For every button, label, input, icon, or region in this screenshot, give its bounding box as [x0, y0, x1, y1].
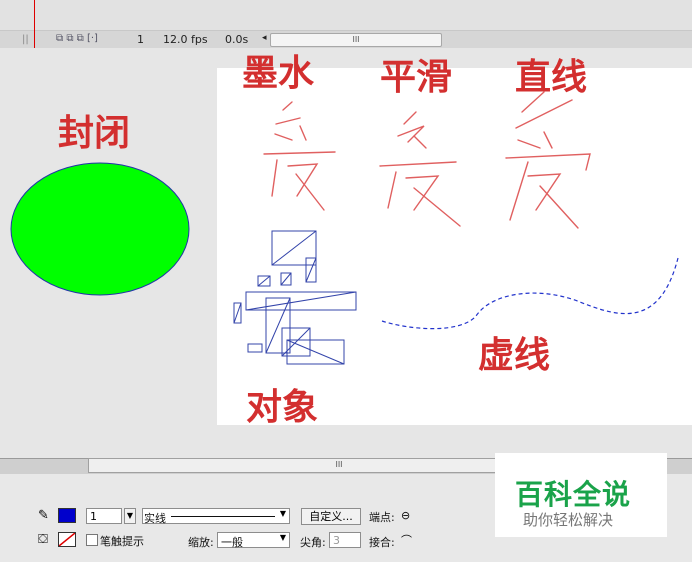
miter-input[interactable]: 3	[329, 532, 361, 548]
timeline-frames-area[interactable]	[0, 0, 692, 30]
custom-stroke-button[interactable]: 自定义...	[301, 508, 361, 525]
dashed-wave-line[interactable]	[381, 257, 679, 330]
label-ink: 墨水	[242, 53, 315, 94]
watermark-logo: 百科全说 助你轻松解决	[495, 453, 667, 537]
scroll-grip: III	[352, 35, 360, 44]
paint-bucket-icon[interactable]: ⛋	[38, 532, 48, 547]
watermark-title: 百科全说	[515, 478, 632, 511]
stroke-width-input[interactable]: 1	[86, 508, 122, 524]
playhead[interactable]	[34, 0, 35, 48]
stroke-hint-checkbox[interactable]	[86, 534, 98, 546]
scale-label: 缩放:	[188, 536, 214, 549]
cap-label: 端点:	[369, 511, 395, 524]
scale-value: 一般	[221, 536, 243, 549]
object-rectangles[interactable]	[233, 230, 357, 365]
grip-icon: ||	[22, 34, 29, 45]
stroke-style-select[interactable]: 实线 ▼	[142, 508, 290, 525]
onion-skin-icons[interactable]: ⧉ ⧉ ⧉ [·]	[56, 33, 98, 44]
green-ellipse[interactable]	[10, 162, 190, 296]
join-label: 接合:	[369, 536, 395, 549]
watermark-subtitle: 助你轻松解决	[523, 511, 614, 529]
smooth-love-strokes[interactable]	[379, 111, 461, 227]
solid-line-preview	[171, 516, 275, 517]
timeline-panel: || ⧉ ⧉ ⧉ [·] 1 12.0 fps 0.0s ◂ III	[0, 0, 692, 49]
label-dashed: 虚线	[478, 335, 551, 376]
label-object: 对象	[246, 387, 319, 428]
label-closed: 封闭	[58, 113, 131, 154]
chevron-down-icon: ▼	[279, 533, 286, 542]
cap-icon[interactable]: ⊖	[401, 509, 410, 522]
scroll-left-arrow-icon[interactable]: ◂	[262, 33, 267, 43]
frame-rate[interactable]: 12.0 fps	[163, 33, 208, 46]
ink-love-strokes[interactable]	[263, 101, 336, 211]
current-frame: 1	[137, 33, 144, 46]
scale-select[interactable]: 一般 ▼	[217, 532, 290, 549]
pencil-icon[interactable]: ✎	[38, 508, 49, 523]
scroll-grip: III	[335, 460, 343, 469]
no-fill-slash-icon	[59, 533, 75, 546]
fill-color-swatch[interactable]	[58, 532, 76, 547]
chevron-down-icon: ▼	[279, 509, 286, 518]
miter-label: 尖角:	[300, 536, 326, 549]
stroke-style-label: 实线	[144, 512, 166, 525]
stroke-color-swatch[interactable]	[58, 508, 76, 523]
join-icon[interactable]: ⌒	[401, 532, 412, 548]
label-straight: 直线	[515, 57, 588, 98]
label-smooth: 平滑	[380, 57, 453, 98]
stroke-hint-label: 笔触提示	[100, 535, 144, 548]
straight-love-strokes[interactable]	[505, 91, 591, 229]
dropdown-arrow-icon[interactable]: ▼	[124, 508, 136, 524]
